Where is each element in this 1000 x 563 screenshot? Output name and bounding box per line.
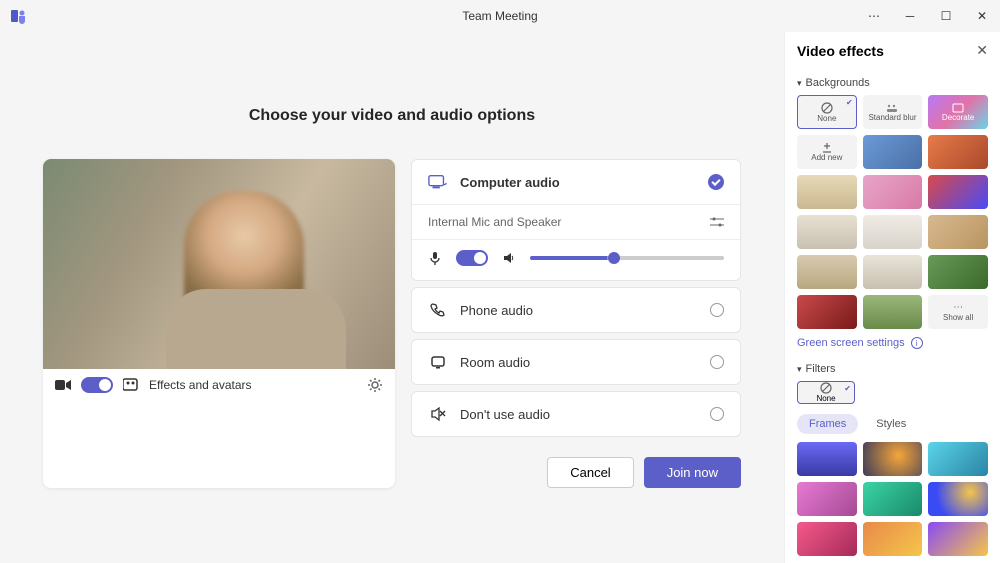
audio-device-settings-icon[interactable] bbox=[710, 216, 724, 228]
no-audio-icon bbox=[428, 406, 448, 422]
computer-audio-radio[interactable] bbox=[708, 174, 724, 190]
background-tile[interactable] bbox=[863, 135, 923, 169]
background-tile[interactable] bbox=[797, 215, 857, 249]
background-tile[interactable] bbox=[863, 295, 923, 329]
room-audio-label: Room audio bbox=[460, 355, 698, 370]
room-audio-card: Room audio bbox=[411, 339, 741, 385]
no-audio-option[interactable]: Don't use audio bbox=[412, 392, 740, 436]
window-title: Team Meeting bbox=[462, 9, 537, 23]
background-standard-blur-tile[interactable]: Standard blur bbox=[863, 95, 923, 129]
video-preview-card: Effects and avatars bbox=[43, 159, 395, 488]
background-tile[interactable] bbox=[797, 175, 857, 209]
mic-icon bbox=[428, 251, 442, 265]
background-tile[interactable] bbox=[797, 255, 857, 289]
info-icon: i bbox=[911, 337, 923, 349]
frame-tile[interactable] bbox=[797, 482, 857, 516]
minimize-button[interactable]: ─ bbox=[892, 0, 928, 32]
background-tile[interactable] bbox=[928, 135, 988, 169]
tab-styles[interactable]: Styles bbox=[864, 414, 918, 434]
no-audio-label: Don't use audio bbox=[460, 407, 698, 422]
frame-tile[interactable] bbox=[797, 442, 857, 476]
phone-audio-option[interactable]: Phone audio bbox=[412, 288, 740, 332]
background-tile[interactable] bbox=[928, 175, 988, 209]
camera-toggle[interactable] bbox=[81, 377, 113, 393]
phone-audio-label: Phone audio bbox=[460, 303, 698, 318]
background-tile[interactable] bbox=[797, 295, 857, 329]
frame-tile[interactable] bbox=[797, 522, 857, 556]
frame-tile[interactable] bbox=[928, 442, 988, 476]
maximize-button[interactable]: ☐ bbox=[928, 0, 964, 32]
gear-icon[interactable] bbox=[367, 377, 383, 393]
more-options-button[interactable]: ⋯ bbox=[856, 0, 892, 32]
background-tile[interactable] bbox=[928, 215, 988, 249]
volume-slider[interactable] bbox=[530, 256, 724, 260]
room-audio-icon bbox=[428, 354, 448, 370]
cancel-button[interactable]: Cancel bbox=[547, 457, 633, 488]
backgrounds-section-title[interactable]: Backgrounds bbox=[797, 77, 988, 89]
background-tile[interactable] bbox=[863, 255, 923, 289]
effects-avatars-icon bbox=[123, 378, 139, 392]
effects-avatars-label[interactable]: Effects and avatars bbox=[149, 378, 357, 392]
background-tile[interactable] bbox=[863, 175, 923, 209]
green-screen-settings-link[interactable]: Green screen settings i bbox=[797, 337, 988, 349]
speaker-icon bbox=[502, 251, 516, 265]
background-show-all-tile[interactable]: ⋯ Show all bbox=[928, 295, 988, 329]
room-audio-option[interactable]: Room audio bbox=[412, 340, 740, 384]
video-toolbar: Effects and avatars bbox=[43, 369, 395, 401]
filters-section-title[interactable]: Filters bbox=[797, 363, 988, 375]
frame-tile[interactable] bbox=[863, 482, 923, 516]
mic-speaker-row bbox=[412, 239, 740, 280]
filters-tabbar: Frames Styles bbox=[797, 414, 988, 434]
phone-audio-card: Phone audio bbox=[411, 287, 741, 333]
background-add-new-tile[interactable]: Add new bbox=[797, 135, 857, 169]
background-tile[interactable] bbox=[928, 255, 988, 289]
tab-frames[interactable]: Frames bbox=[797, 414, 858, 434]
no-audio-card: Don't use audio bbox=[411, 391, 741, 437]
mic-toggle[interactable] bbox=[456, 250, 488, 266]
filter-none-tile[interactable]: ✔ None bbox=[797, 381, 855, 404]
background-decorate-tile[interactable]: Decorate bbox=[928, 95, 988, 129]
frame-tile[interactable] bbox=[928, 522, 988, 556]
page-heading: Choose your video and audio options bbox=[249, 107, 535, 125]
frame-tile[interactable] bbox=[863, 522, 923, 556]
backgrounds-grid: ✔ None Standard blur Decorate Add new bbox=[797, 95, 988, 329]
camera-icon bbox=[55, 379, 71, 391]
no-audio-radio[interactable] bbox=[710, 407, 724, 421]
frame-tile[interactable] bbox=[863, 442, 923, 476]
computer-audio-label: Computer audio bbox=[460, 175, 696, 190]
app-icon bbox=[10, 8, 26, 24]
frames-grid bbox=[797, 442, 988, 556]
phone-audio-radio[interactable] bbox=[710, 303, 724, 317]
phone-icon bbox=[428, 302, 448, 318]
join-now-button[interactable]: Join now bbox=[644, 457, 741, 488]
audio-device-row[interactable]: Internal Mic and Speaker bbox=[412, 204, 740, 239]
window-controls: ⋯ ─ ☐ ✕ bbox=[856, 0, 1000, 32]
video-preview bbox=[43, 159, 395, 369]
computer-audio-option[interactable]: Computer audio bbox=[412, 160, 740, 204]
background-none-tile[interactable]: ✔ None bbox=[797, 95, 857, 129]
close-panel-button[interactable]: ✕ bbox=[976, 42, 988, 59]
audio-options: Computer audio Internal Mic and Speaker bbox=[411, 159, 741, 488]
computer-audio-icon bbox=[428, 174, 448, 190]
room-audio-radio[interactable] bbox=[710, 355, 724, 369]
audio-device-label: Internal Mic and Speaker bbox=[428, 215, 561, 229]
title-bar: Team Meeting ⋯ ─ ☐ ✕ bbox=[0, 0, 1000, 32]
computer-audio-card: Computer audio Internal Mic and Speaker bbox=[411, 159, 741, 281]
close-window-button[interactable]: ✕ bbox=[964, 0, 1000, 32]
video-effects-panel: Video effects ✕ Backgrounds ✔ None Stand… bbox=[784, 32, 1000, 563]
panel-title: Video effects bbox=[797, 43, 884, 59]
frame-tile[interactable] bbox=[928, 482, 988, 516]
background-tile[interactable] bbox=[863, 215, 923, 249]
